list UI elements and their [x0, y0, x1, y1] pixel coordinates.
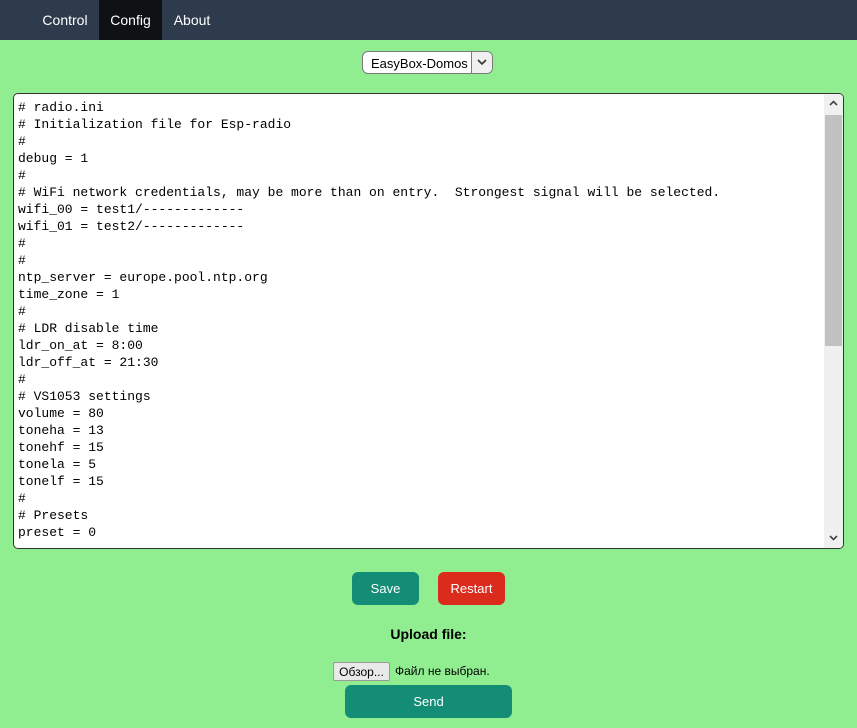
- scroll-up-icon[interactable]: [824, 94, 843, 113]
- editor-line: ldr_off_at = 21:30: [18, 355, 159, 370]
- save-button[interactable]: Save: [352, 572, 419, 605]
- file-status-text: Файл не выбран.: [395, 664, 490, 678]
- editor-line: tonehf = 15: [18, 440, 104, 455]
- restart-button[interactable]: Restart: [438, 572, 505, 605]
- editor-line: toneha = 13: [18, 423, 104, 438]
- editor-line: # LDR disable time: [18, 321, 159, 336]
- editor-line: ldr_on_at = 8:00: [18, 338, 143, 353]
- config-file-select-value: EasyBox-Domos: [371, 56, 468, 71]
- upload-label: Upload file:: [390, 626, 467, 642]
- editor-line: # Presets: [18, 508, 89, 523]
- scroll-down-icon[interactable]: [824, 529, 843, 548]
- editor-line: tonela = 5: [18, 457, 97, 472]
- editor-line: time_zone = 1: [18, 287, 120, 302]
- editor-line: wifi_00 = test1/-------------: [18, 202, 245, 217]
- config-editor-text[interactable]: # radio.ini # Initialization file for Esp…: [18, 99, 818, 545]
- editor-line: ntp_server = europe.pool.ntp.org: [18, 270, 268, 285]
- editor-line: #: [18, 491, 26, 506]
- editor-line: #: [18, 236, 26, 251]
- editor-line: #: [18, 168, 26, 183]
- editor-line: tonelf = 15: [18, 474, 104, 489]
- editor-line: #: [18, 372, 26, 387]
- editor-line: debug = 1: [18, 151, 89, 166]
- tab-about[interactable]: About: [162, 0, 222, 40]
- send-button[interactable]: Send: [345, 685, 512, 718]
- editor-line: preset = 0: [18, 525, 97, 540]
- file-browse-button[interactable]: Обзор...: [333, 662, 390, 681]
- editor-scrollbar[interactable]: [824, 94, 843, 548]
- editor-line: # Initialization file for Esp-radio: [18, 117, 292, 132]
- config-editor[interactable]: # radio.ini # Initialization file for Esp…: [13, 93, 844, 549]
- editor-line: #: [18, 253, 26, 268]
- editor-line: # VS1053 settings: [18, 389, 151, 404]
- tab-control[interactable]: Control: [31, 0, 99, 40]
- scrollbar-thumb[interactable]: [825, 115, 842, 346]
- editor-line: # WiFi network credentials, may be more …: [18, 185, 721, 200]
- editor-line: #: [18, 304, 26, 319]
- editor-line: volume = 80: [18, 406, 104, 421]
- editor-line: wifi_01 = test2/-------------: [18, 219, 245, 234]
- chevron-down-icon[interactable]: [471, 52, 492, 73]
- editor-line: # radio.ini: [18, 100, 104, 115]
- top-navigation: Control Config About: [0, 0, 857, 40]
- tab-config[interactable]: Config: [99, 0, 162, 40]
- config-file-select[interactable]: EasyBox-Domos: [362, 51, 493, 74]
- editor-line: #: [18, 134, 26, 149]
